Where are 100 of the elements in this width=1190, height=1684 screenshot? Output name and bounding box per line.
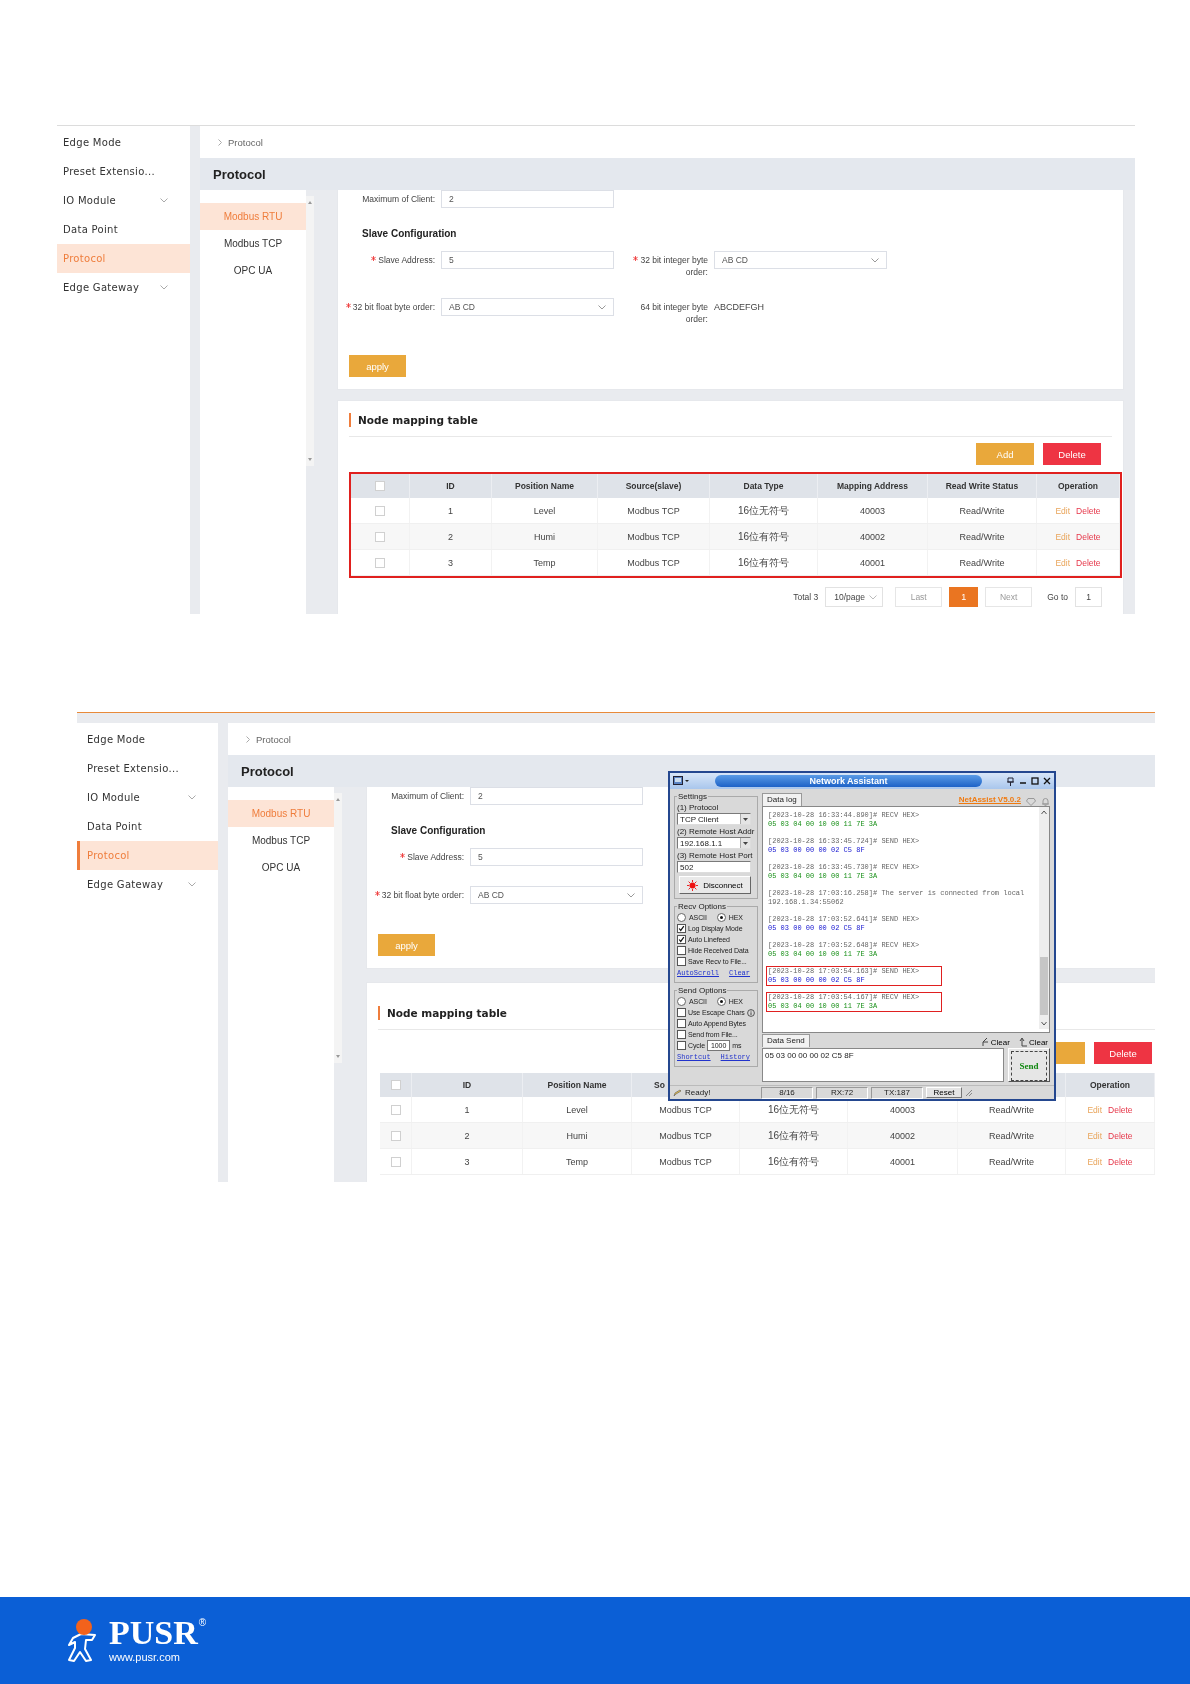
tab[interactable]: Data log [762,793,802,806]
clear-button[interactable]: Clear [1016,1037,1050,1047]
field-label: (1) Protocol [677,803,719,812]
sidebar-item[interactable]: Data Point [57,215,190,244]
sidebar-item[interactable]: Edge Mode [57,128,190,157]
section-heading: Slave Configuration [362,228,457,239]
field-label: 64 bit integer byte order: [640,302,708,324]
table-cell: Modbus TCP [627,531,680,542]
group-title: Send Options [677,986,728,995]
subnav-item[interactable]: OPC UA [200,257,306,284]
tab[interactable]: Data Send [762,1034,810,1047]
table-cell: Modbus TCP [627,505,680,516]
column-header: Position Name [514,481,574,491]
total-count: Total 3 [793,592,819,602]
delete-link[interactable]: Delete [1076,505,1101,516]
column-header: Source(slave) [625,481,682,491]
table-cell: Temp [566,1156,588,1167]
input-field[interactable]: 5 [441,251,614,269]
clear-button[interactable]: Clear [978,1037,1012,1047]
delete-button[interactable]: Delete [1094,1042,1152,1064]
status-counter: TX:187 [871,1086,923,1099]
sidebar-item[interactable]: Edge Mode [77,725,218,754]
input-field[interactable]: 2 [441,190,614,208]
subnav-item[interactable]: Modbus TCP [228,827,334,854]
table-cell: Modbus TCP [659,1156,712,1167]
send-text-field[interactable]: 05 03 00 00 00 02 C5 8F [762,1048,1004,1082]
table-cell: Modbus TCP [659,1104,712,1115]
disconnect-button[interactable]: Disconnect [679,876,751,894]
column-header: Mapping Address [837,481,908,491]
table-cell: Modbus TCP [627,557,680,568]
sidebar-item[interactable]: Preset Extensio... [77,754,218,783]
website-link[interactable]: www.pusr.com [109,1651,207,1663]
breadcrumb-link[interactable]: Protocol [256,733,291,745]
field-label: 32 bit float byte order: [381,890,464,900]
sidebar-item[interactable]: IO Module [57,186,190,215]
input-field[interactable]: 5 [470,848,643,866]
subnav-item[interactable]: OPC UA [228,854,334,881]
table-cell: 40003 [860,505,885,516]
field-label: Slave Address: [378,255,435,265]
table-cell: 3 [464,1156,470,1167]
sidebar-item[interactable]: Edge Gateway [77,870,218,899]
sidebar-item[interactable]: Edge Gateway [57,273,190,302]
field-label: (2) Remote Host Addr [677,827,755,836]
select-field[interactable]: AB CD [714,251,887,269]
column-header: Operation [1089,1080,1131,1090]
table-cell: 16位有符号 [737,529,790,544]
field-label: Maximum of Client: [362,194,435,204]
column-header: ID [462,1080,472,1090]
subnav-item[interactable]: Modbus TCP [200,230,306,257]
table-cell: Read/Write [959,505,1005,516]
table-cell: Level [566,1104,588,1115]
registered-mark: ® [198,1617,207,1628]
select-field[interactable]: 192.168.1.1 [677,837,751,849]
delete-link[interactable]: Delete [1076,557,1101,568]
window-title: Network Assistant [715,775,982,787]
page-title: Protocol [241,763,294,779]
breadcrumb-link[interactable]: Protocol [228,136,263,148]
table-cell: Read/Write [959,557,1005,568]
input-field[interactable]: 502 [677,861,751,873]
sidebar-item[interactable]: IO Module [77,783,218,812]
select-field[interactable]: AB CD [470,886,643,904]
send-button[interactable]: Send [1008,1048,1050,1082]
page-size-select[interactable]: 10/page [825,587,884,607]
delete-link[interactable]: Delete [1108,1130,1133,1141]
table-cell: 40001 [860,557,885,568]
select-field[interactable]: TCP Client [677,813,751,825]
table-cell: 40003 [890,1104,915,1115]
table-cell: 40001 [890,1156,915,1167]
delete-button[interactable]: Delete [1043,443,1101,465]
page-input[interactable]: 1 [1075,587,1102,607]
column-header: ID [446,481,455,491]
table-cell: Read/Write [989,1104,1034,1115]
status-counter: 8/16 [761,1086,813,1099]
reset-button[interactable]: Reset [926,1087,962,1098]
table-cell: 16位无符号 [737,503,790,518]
group-title: Settings [677,792,708,801]
table-cell: 2 [448,531,453,542]
table-cell: Humi [534,531,555,542]
delete-link[interactable]: Delete [1108,1104,1133,1115]
select-field[interactable]: AB CD [441,298,614,316]
brand-name: PUSR [109,1617,198,1649]
table-cell: 16位无符号 [767,1102,820,1117]
table-cell: Read/Write [989,1156,1034,1167]
sidebar-item[interactable]: Preset Extensio... [57,157,190,186]
table-cell: Temp [533,557,556,568]
field-label: (3) Remote Host Port [677,851,753,860]
table-cell: Humi [566,1130,588,1141]
column-header: So [654,1080,665,1090]
delete-link[interactable]: Delete [1076,531,1101,542]
section-heading: Slave Configuration [391,825,486,836]
sidebar-item[interactable]: Data Point [77,812,218,841]
input-field[interactable]: 2 [470,787,643,805]
goto-label: Go to [1047,592,1068,602]
table-cell: 40002 [890,1130,915,1141]
delete-link[interactable]: Delete [1108,1156,1133,1167]
field-label: Slave Address: [407,852,464,862]
table-cell: 3 [448,557,453,568]
field-value: ABCDEFGH [714,301,764,314]
group-title: Recv Options [677,902,728,911]
table-cell: 1 [448,505,453,516]
